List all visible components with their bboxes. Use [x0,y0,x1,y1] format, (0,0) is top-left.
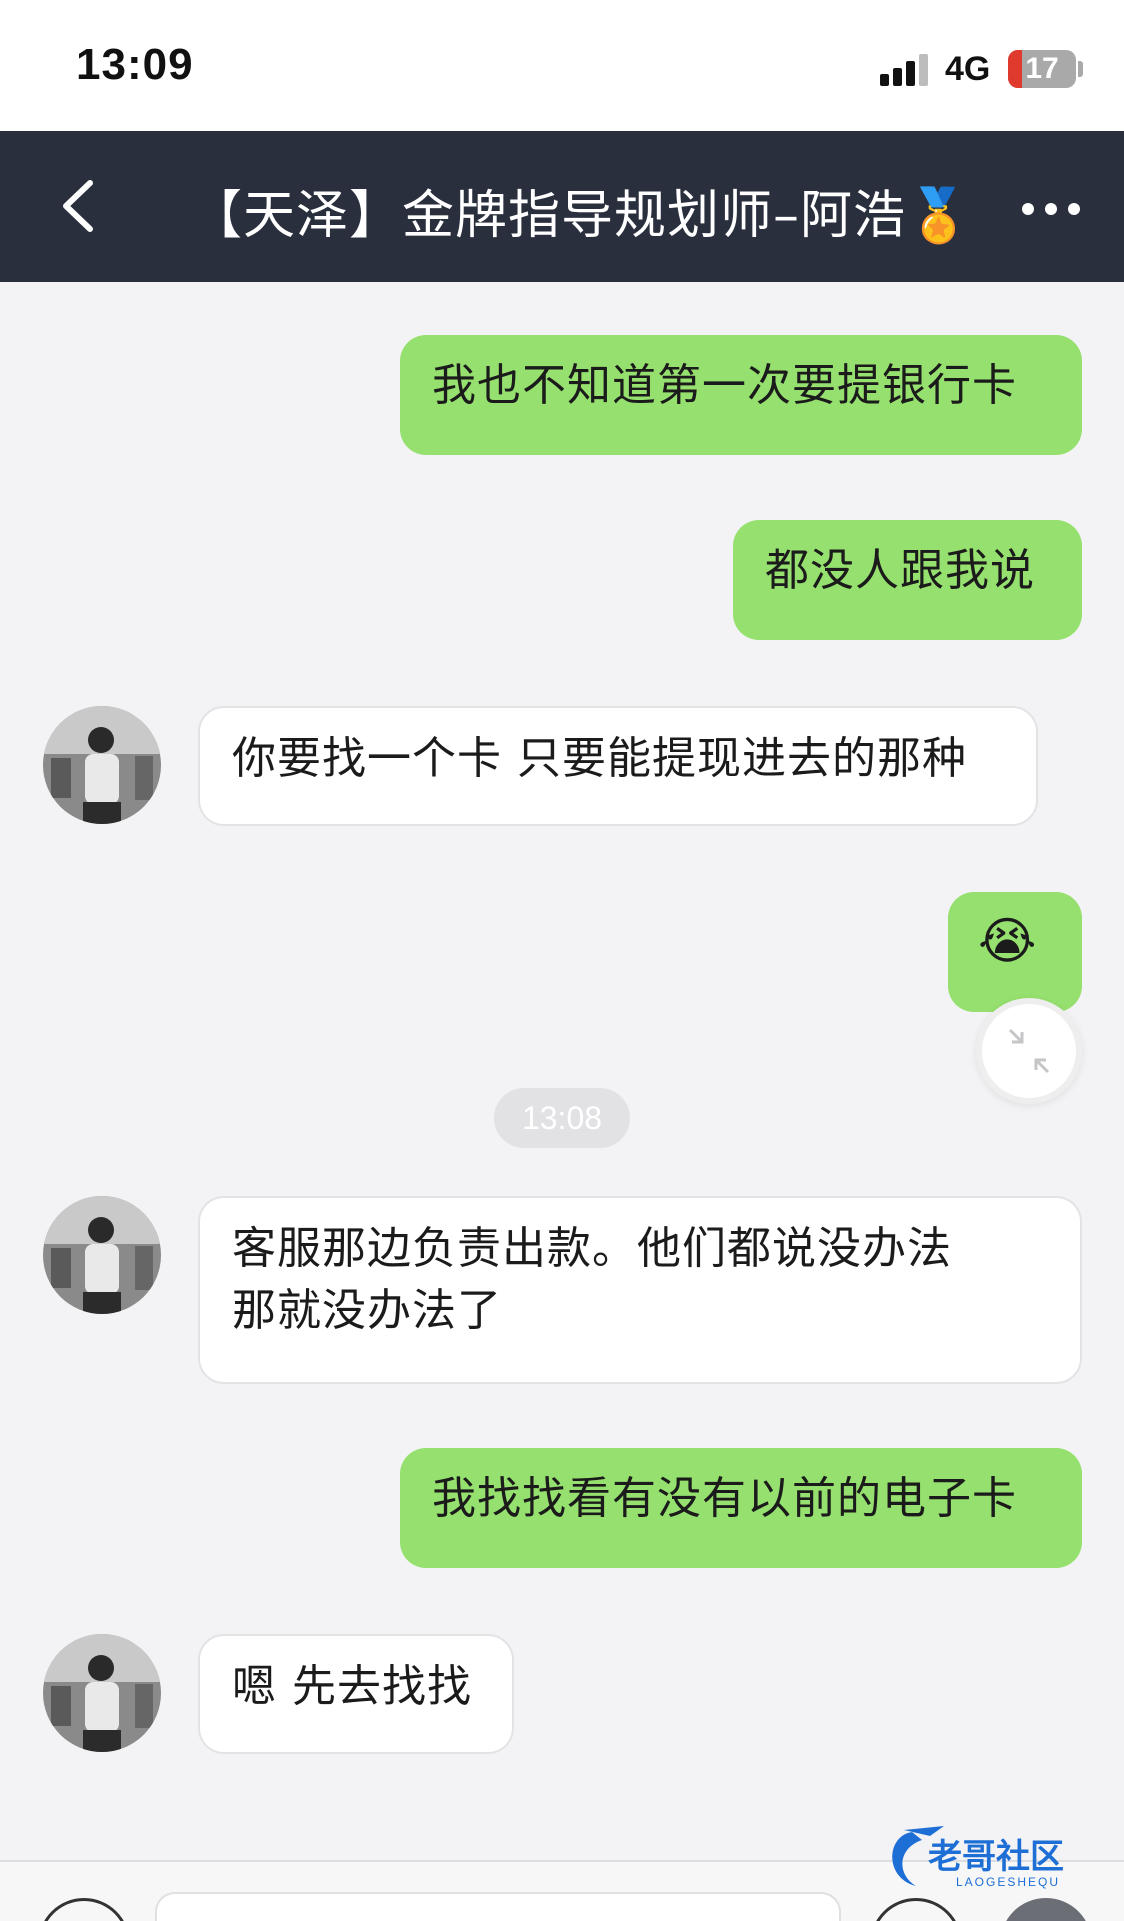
message-outgoing[interactable]: 都没人跟我说 [733,520,1082,640]
voice-button[interactable] [38,1898,130,1921]
svg-text:LAOGESHEQU: LAOGESHEQU [956,1875,1060,1889]
message-incoming[interactable]: 客服那边负责出款。他们都说没办法 那就没办法了 [198,1196,1082,1384]
svg-text:老哥社区: 老哥社区 [928,1837,1064,1877]
chat-title: 【天泽】金牌指导规划师–阿浩🏅 [190,186,972,246]
chevron-left-icon [63,180,93,232]
battery-level: 17 [1025,52,1059,85]
more-button[interactable] [1016,183,1086,233]
message-list[interactable]: 我也不知道第一次要提银行卡 都没人跟我说 你要找一个卡 只要能提现进去的那种 😭… [0,282,1124,1862]
plus-button[interactable] [1000,1898,1092,1921]
avatar-photo-icon [43,1196,161,1314]
avatar-photo-icon [43,706,161,824]
chat-header: 【天泽】金牌指导规划师–阿浩🏅 [0,131,1124,282]
avatar[interactable] [43,706,161,824]
time-divider: 13:08 [494,1088,630,1148]
message-incoming[interactable]: 你要找一个卡 只要能提现进去的那种 [198,706,1038,826]
battery-cap [1078,61,1083,77]
message-outgoing-emoji[interactable]: 😭 [948,892,1082,1012]
emoji-button[interactable] [870,1898,962,1921]
network-type: 4G [945,50,991,88]
avatar[interactable] [43,1196,161,1314]
status-time: 13:09 [76,40,194,89]
message-outgoing[interactable]: 我也不知道第一次要提银行卡 [400,335,1082,455]
avatar-photo-icon [43,1634,161,1752]
signal-strength-icon [880,52,932,86]
avatar[interactable] [43,1634,161,1752]
status-bar: 13:09 4G 17 [0,0,1124,131]
collapse-arrows-icon [1008,1028,1050,1074]
collapse-button[interactable] [976,998,1082,1104]
message-outgoing[interactable]: 我找找看有没有以前的电子卡 [400,1448,1082,1568]
message-line: 那就没办法了 [232,1285,502,1336]
watermark-logo: 老哥社区 LAOGESHEQU [882,1820,1112,1900]
back-button[interactable] [48,171,118,241]
battery-icon: 17 [1008,50,1076,88]
message-input[interactable] [155,1892,841,1921]
message-incoming[interactable]: 嗯 先去找找 [198,1634,514,1754]
message-line: 客服那边负责出款。他们都说没办法 [232,1223,952,1274]
